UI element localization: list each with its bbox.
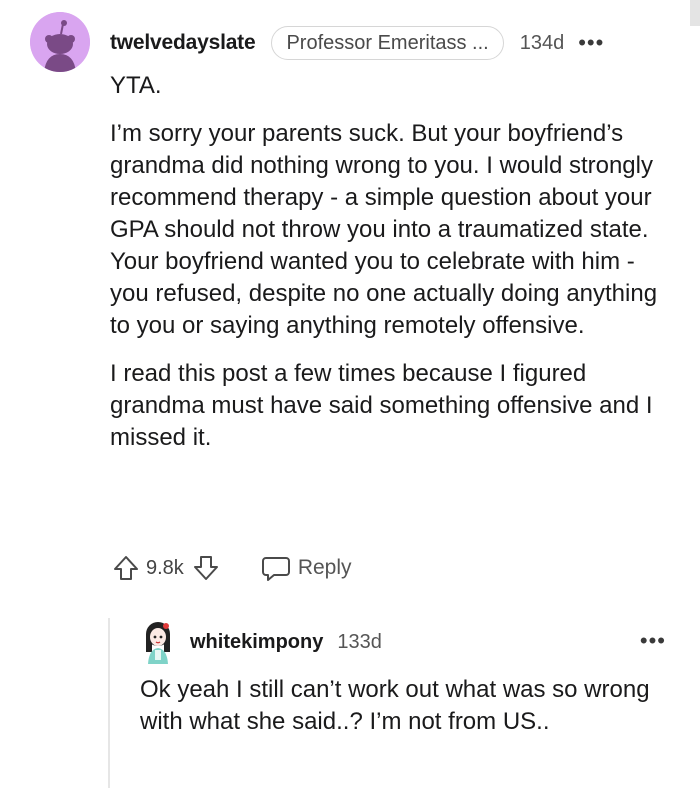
speech-bubble-icon	[261, 557, 290, 581]
comment-body: YTA. I’m sorry your parents suck. But yo…	[110, 70, 675, 470]
downvote-button[interactable]	[190, 552, 222, 584]
snoo-avatar-icon[interactable]	[30, 12, 90, 72]
reply-body: Ok yeah I still can’t work out what was …	[140, 676, 650, 735]
comment-username[interactable]: twelvedayslate	[110, 31, 256, 55]
reply-label: Reply	[297, 556, 352, 579]
more-options-icon[interactable]: •••	[578, 32, 604, 54]
comment-paragraph: I’m sorry your parents suck. But your bo…	[110, 120, 658, 339]
upvote-button[interactable]	[110, 552, 142, 584]
reply-header: whitekimpony 133d	[190, 628, 670, 656]
comment-header: twelvedayslate Professor Emeritass ... 1…	[110, 24, 680, 62]
upvote-arrow-icon	[114, 556, 138, 580]
reply-username[interactable]: whitekimpony	[190, 631, 323, 654]
top-level-comment: twelvedayslate Professor Emeritass ... 1…	[0, 0, 700, 788]
downvote-arrow-icon	[193, 556, 218, 580]
character-avatar-icon[interactable]	[140, 620, 176, 664]
user-flair: Professor Emeritass ...	[271, 26, 504, 60]
comment-actions: 9.8k Reply	[110, 550, 352, 586]
reply-button[interactable]: Reply	[260, 552, 352, 584]
thread-line[interactable]	[108, 618, 110, 788]
comment-timestamp: 134d	[519, 31, 565, 54]
comment-paragraph: YTA.	[110, 72, 162, 99]
more-options-icon[interactable]: •••	[640, 630, 666, 652]
comment-paragraph: I read this post a few times because I f…	[110, 360, 653, 451]
vote-score: 9.8k	[146, 556, 184, 579]
reply-timestamp: 133d	[337, 630, 382, 653]
